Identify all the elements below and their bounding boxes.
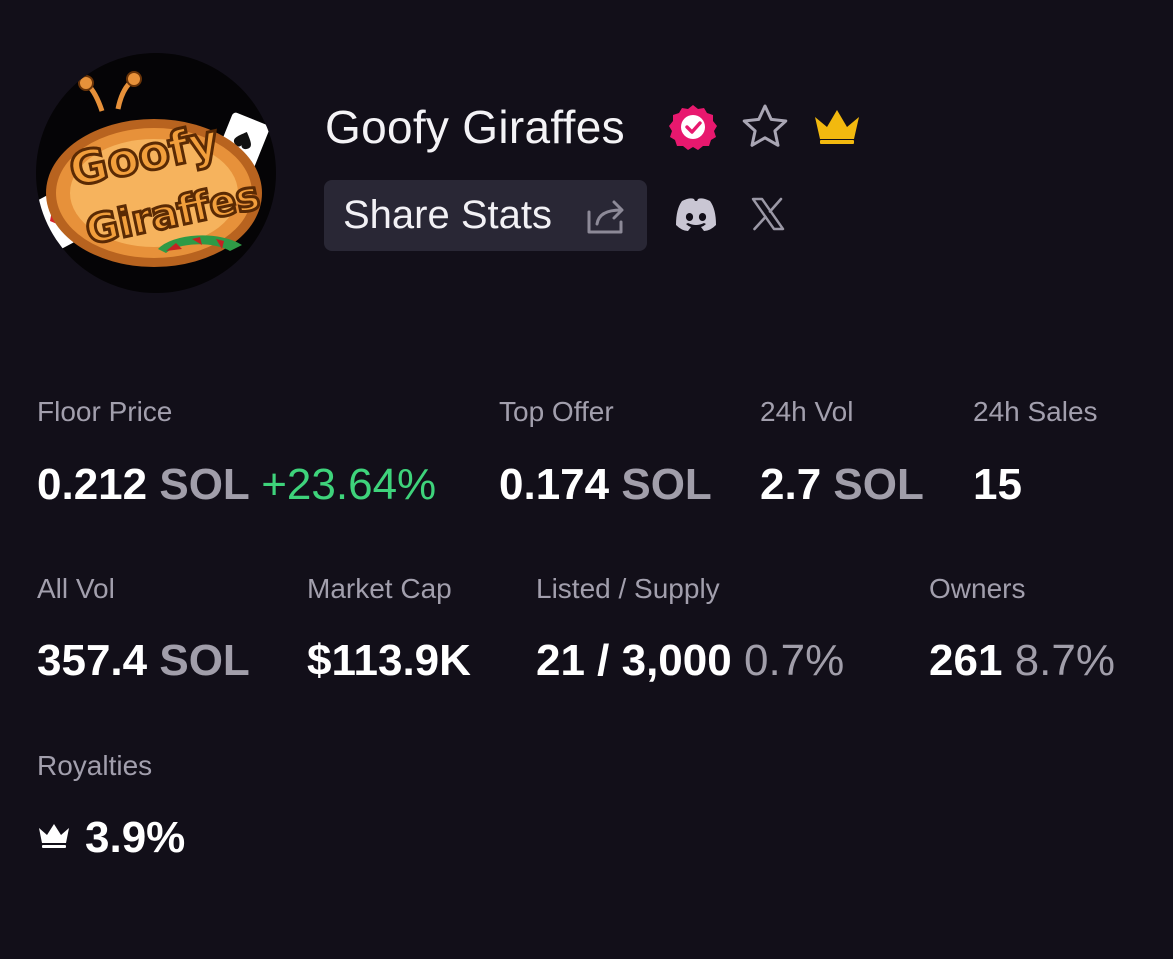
owners-value: 261 8.7% (929, 633, 1115, 689)
floor-price-value: 0.212 SOL +23.64% (37, 457, 436, 513)
listed-supply-percent: 0.7% (743, 636, 845, 685)
sales-24h-label: 24h Sales (973, 396, 1098, 427)
floor-price-label: Floor Price (37, 396, 173, 427)
vol-24h-number: 2.7 (760, 460, 822, 509)
top-offer-unit: SOL (621, 460, 712, 509)
star-icon[interactable] (738, 100, 792, 154)
all-vol-unit: SOL (159, 636, 250, 685)
discord-icon[interactable] (672, 195, 720, 235)
vol-24h-label: 24h Vol (760, 396, 854, 427)
royalties-label: Royalties (37, 750, 153, 781)
crown-small-icon (39, 824, 69, 849)
collection-title: Goofy Giraffes (325, 101, 625, 153)
owners-label: Owners (929, 573, 1026, 604)
owners-percent: 8.7% (1014, 636, 1115, 685)
vol-24h-value: 2.7 SOL (760, 457, 924, 513)
royalties-number: 3.9% (85, 813, 186, 862)
x-icon[interactable] (750, 196, 786, 232)
listed-supply-label: Listed / Supply (536, 573, 720, 604)
crown-icon (815, 110, 859, 144)
top-offer-number: 0.174 (499, 460, 610, 509)
listed-supply-value: 21 / 3,000 0.7% (536, 633, 844, 689)
share-stats-label: Share Stats (343, 193, 553, 237)
floor-price-unit: SOL (159, 460, 249, 509)
floor-price-number: 0.212 (37, 460, 148, 509)
owners-number: 261 (929, 636, 1003, 685)
listed-supply-number: 21 / 3,000 (536, 636, 732, 685)
collection-logo: Goofy Giraffes (36, 71, 270, 267)
all-vol-label: All Vol (37, 573, 115, 604)
floor-price-change: +23.64% (261, 460, 437, 509)
market-cap-value: $113.9K (307, 636, 471, 685)
market-cap-label: Market Cap (307, 573, 452, 604)
verified-badge-icon (669, 105, 717, 150)
collection-avatar: Goofy Giraffes (36, 53, 276, 293)
top-offer-value: 0.174 SOL (499, 457, 712, 513)
top-offer-label: Top Offer (499, 396, 614, 427)
royalties-value: 3.9% (37, 810, 185, 866)
all-vol-value: 357.4 SOL (37, 633, 250, 689)
share-stats-button[interactable]: Share Stats (324, 180, 647, 251)
share-icon (587, 200, 624, 234)
all-vol-number: 357.4 (37, 636, 148, 685)
vol-24h-unit: SOL (833, 460, 924, 509)
sales-24h-value: 15 (973, 460, 1022, 509)
